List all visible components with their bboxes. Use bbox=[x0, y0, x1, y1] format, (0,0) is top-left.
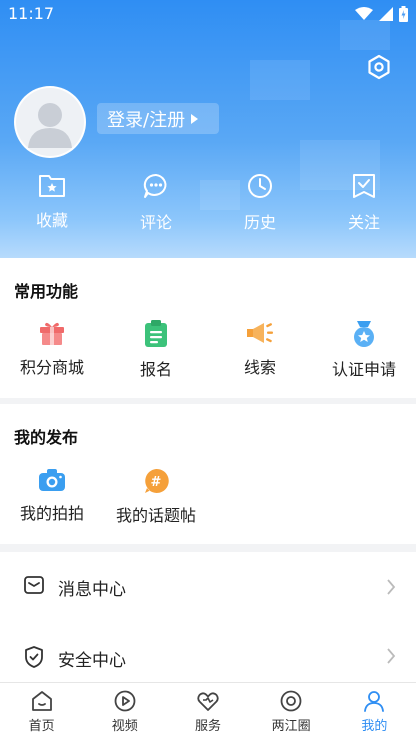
section-title: 我的发布 bbox=[14, 428, 79, 447]
comment-icon bbox=[143, 173, 167, 198]
message-icon bbox=[24, 576, 44, 594]
camera-icon bbox=[39, 469, 65, 491]
my-photos-button[interactable]: 我的拍拍 bbox=[0, 468, 104, 526]
favorite-icon bbox=[39, 175, 65, 197]
home-icon bbox=[31, 691, 52, 711]
function-label: 线索 bbox=[243, 358, 276, 377]
section-title: 常用功能 bbox=[14, 282, 79, 301]
circle-icon bbox=[280, 690, 302, 712]
profile-icon bbox=[364, 691, 385, 712]
function-label: 积分商城 bbox=[19, 358, 84, 377]
tab-mine[interactable]: 我的 bbox=[333, 683, 416, 740]
settings-button[interactable] bbox=[366, 54, 392, 80]
video-icon bbox=[114, 690, 136, 712]
tab-liangjiang-circle[interactable]: 两江圈 bbox=[250, 683, 333, 740]
common-functions-card: 常用功能 积分商城 报名 线索 认证申请 bbox=[0, 258, 416, 398]
profile-header: 11:17 登录/注册 收藏 评论 历史 关注 bbox=[0, 0, 416, 258]
tab-home[interactable]: 首页 bbox=[0, 683, 83, 740]
wifi-icon bbox=[355, 7, 373, 20]
quick-action-favorites[interactable]: 收藏 bbox=[0, 172, 104, 242]
tab-label: 两江圈 bbox=[271, 719, 311, 734]
login-register-button[interactable]: 登录/注册 bbox=[97, 103, 219, 134]
message-center-row[interactable]: 消息中心 bbox=[0, 552, 416, 622]
function-label: 认证申请 bbox=[331, 360, 396, 379]
security-center-row[interactable]: 安全中心 bbox=[0, 622, 416, 682]
svg-text:#: # bbox=[151, 475, 162, 490]
points-mall-button[interactable]: 积分商城 bbox=[0, 320, 104, 380]
tab-video[interactable]: 视频 bbox=[83, 683, 166, 740]
tab-services[interactable]: 服务 bbox=[166, 683, 249, 740]
quick-action-label: 历史 bbox=[243, 213, 276, 232]
chevron-right-icon bbox=[387, 579, 396, 595]
arrow-right-icon bbox=[191, 113, 199, 124]
my-posts-card: 我的发布 我的拍拍 # 我的话题帖 bbox=[0, 404, 416, 544]
quick-action-history[interactable]: 历史 bbox=[208, 172, 312, 242]
gift-icon bbox=[40, 322, 64, 345]
bottom-tab-bar: 首页 视频 服务 两江圈 我的 bbox=[0, 682, 416, 740]
signal-icon bbox=[379, 7, 393, 21]
tab-label: 我的 bbox=[361, 719, 388, 734]
follow-icon bbox=[353, 174, 375, 198]
default-avatar-icon bbox=[28, 103, 72, 148]
badge-icon bbox=[354, 321, 374, 347]
quick-action-label: 关注 bbox=[347, 213, 380, 232]
signup-button[interactable]: 报名 bbox=[104, 320, 208, 380]
login-register-label: 登录/注册 bbox=[107, 109, 186, 131]
quick-actions: 收藏 评论 历史 关注 bbox=[0, 172, 416, 242]
clipboard-icon bbox=[145, 320, 167, 347]
hashtag-icon: # bbox=[145, 468, 169, 493]
status-time: 11:17 bbox=[8, 4, 55, 23]
tab-label: 服务 bbox=[194, 719, 221, 734]
quick-action-comments[interactable]: 评论 bbox=[104, 172, 208, 242]
avatar[interactable] bbox=[14, 86, 86, 158]
tab-label: 视频 bbox=[111, 719, 138, 734]
menu-label: 消息中心 bbox=[58, 579, 126, 600]
quick-action-label: 评论 bbox=[139, 213, 172, 232]
shield-icon bbox=[25, 646, 43, 668]
post-label: 我的拍拍 bbox=[19, 504, 84, 523]
chevron-right-icon bbox=[387, 648, 396, 664]
post-label: 我的话题帖 bbox=[115, 506, 196, 525]
history-icon bbox=[248, 174, 272, 198]
service-icon bbox=[197, 692, 219, 711]
certification-button[interactable]: 认证申请 bbox=[312, 320, 416, 380]
battery-icon bbox=[399, 6, 408, 22]
megaphone-icon bbox=[247, 323, 273, 343]
settings-icon bbox=[368, 54, 390, 80]
my-topic-posts-button[interactable]: # 我的话题帖 bbox=[104, 468, 208, 526]
tab-label: 首页 bbox=[28, 719, 55, 734]
status-bar: 11:17 bbox=[0, 0, 416, 30]
quick-action-label: 收藏 bbox=[35, 211, 68, 230]
menu-label: 安全中心 bbox=[58, 651, 126, 671]
clues-button[interactable]: 线索 bbox=[208, 320, 312, 380]
quick-action-follow[interactable]: 关注 bbox=[312, 172, 416, 242]
function-label: 报名 bbox=[139, 360, 172, 379]
header-decoration bbox=[250, 60, 310, 100]
